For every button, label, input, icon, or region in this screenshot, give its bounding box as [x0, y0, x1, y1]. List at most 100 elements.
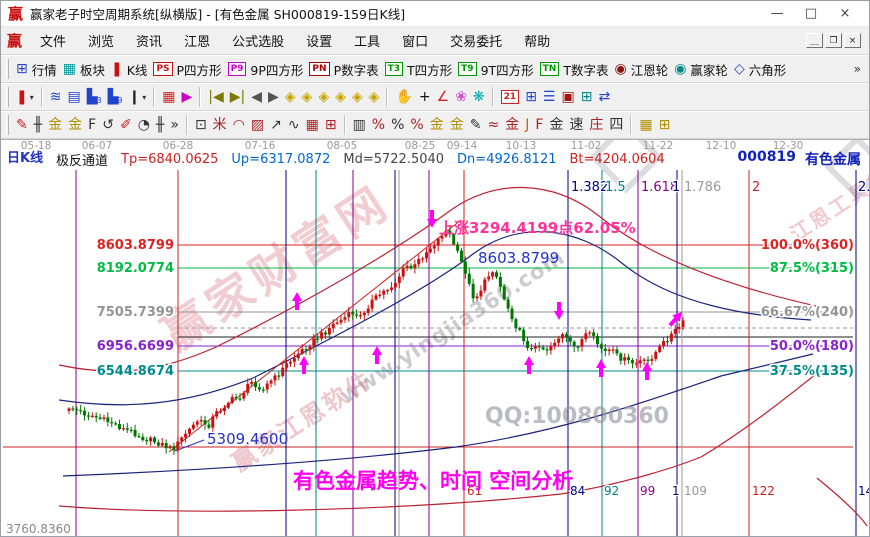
- red-grid-2-button[interactable]: ⊞: [322, 114, 340, 137]
- nav-h-expand-button[interactable]: ◈: [315, 86, 332, 109]
- menu-item-trade-order[interactable]: 交易委托: [439, 28, 513, 53]
- gann-comb-button[interactable]: ╫: [31, 114, 45, 137]
- jump-first-button[interactable]: |◀: [205, 86, 226, 109]
- gold-comb-2-button[interactable]: 金: [65, 114, 85, 137]
- gold-level-button[interactable]: 金: [447, 114, 467, 137]
- gann-wheel-button[interactable]: ◉江恩轮: [611, 58, 671, 81]
- nav-all-button[interactable]: ◈: [349, 86, 366, 109]
- minimize-button[interactable]: —: [760, 6, 794, 21]
- flower-tool-button[interactable]: ❀: [452, 86, 470, 109]
- svg-text:1: 1: [672, 484, 680, 498]
- gold-comb-button[interactable]: 金: [45, 114, 65, 137]
- yellow-grid-2-button[interactable]: ⊞: [656, 114, 674, 137]
- zigzag-wave-button[interactable]: ∿: [285, 114, 303, 137]
- matrix-table-button[interactable]: ⊞: [522, 86, 540, 109]
- overlay-chart-button[interactable]: ≋: [47, 86, 65, 109]
- wave-gauge-button[interactable]: ≈: [484, 114, 502, 137]
- quad-line-button[interactable]: 四: [606, 114, 626, 137]
- f-comb-button[interactable]: F: [85, 114, 99, 137]
- color-trend-button[interactable]: ▶: [178, 86, 195, 109]
- quote-board-button[interactable]: ▤: [64, 86, 83, 109]
- data-transfer-button[interactable]: ⇄: [595, 86, 613, 109]
- save-button[interactable]: ▣: [558, 86, 577, 109]
- memo-list-button[interactable]: ☰: [540, 86, 559, 109]
- gold-angle-button[interactable]: 金: [546, 114, 566, 137]
- p9-square-button[interactable]: P99P四方形: [225, 58, 307, 81]
- quotes-button[interactable]: ⊞行情: [13, 58, 60, 81]
- trend-arrow-button[interactable]: ↗: [267, 114, 285, 137]
- svg-text:2: 2: [752, 180, 760, 195]
- menu-item-browse[interactable]: 浏览: [77, 28, 125, 53]
- net-tool-button[interactable]: ❋: [470, 86, 488, 109]
- calendar-button[interactable]: 21: [498, 86, 523, 109]
- cycle-clock-button[interactable]: ◔: [135, 114, 153, 137]
- menu-item-news[interactable]: 资讯: [125, 28, 173, 53]
- svg-text:QQ:100800360: QQ:100800360: [485, 404, 669, 429]
- nav-v-expand-button[interactable]: ◈: [366, 86, 383, 109]
- kline-icon: ❚: [111, 62, 123, 76]
- yellow-grid-button[interactable]: ▦: [636, 114, 655, 137]
- k-combine-button[interactable]: ▦: [159, 86, 178, 109]
- ink-brush-button[interactable]: ✎: [467, 114, 485, 137]
- red-grid-button[interactable]: ▦: [303, 114, 322, 137]
- winner-wheel-button[interactable]: ◉赢家轮: [671, 58, 731, 81]
- t9-square-button[interactable]: T99T四方形: [455, 58, 537, 81]
- period-selector-button[interactable]: ❚▾: [13, 86, 37, 109]
- sectors-button[interactable]: ▦板块: [60, 58, 108, 81]
- spiral-button[interactable]: ↺: [99, 114, 117, 137]
- brush-button[interactable]: ✎: [13, 114, 31, 137]
- maximize-button[interactable]: □: [794, 6, 828, 21]
- brush-angle-button[interactable]: ✐: [117, 114, 135, 137]
- angle-measure-button[interactable]: ∠: [434, 86, 453, 109]
- gold-red-button[interactable]: 金: [502, 114, 522, 137]
- chart-canvas[interactable]: 赢家财富网www.yingjia360.com赢家江恩软件江恩工具软件8603.…: [1, 140, 870, 537]
- menu-item-window[interactable]: 窗口: [391, 28, 439, 53]
- menu-item-tools[interactable]: 工具: [343, 28, 391, 53]
- menu-item-help[interactable]: 帮助: [513, 28, 561, 53]
- menu-item-gann[interactable]: 江恩: [173, 28, 221, 53]
- close-button[interactable]: ×: [828, 6, 862, 21]
- gold-circle-button[interactable]: 金: [427, 114, 447, 137]
- nav-left-button[interactable]: ◈: [282, 86, 299, 109]
- p-square-button[interactable]: PSP四方形: [150, 58, 224, 81]
- p-number-table-button[interactable]: PNP数字表: [306, 58, 381, 81]
- percent-level-button[interactable]: %: [407, 114, 426, 137]
- angle-measure-icon: ∠: [437, 90, 450, 104]
- bars-9-button[interactable]: ▙9: [105, 86, 126, 109]
- percent-cross-button[interactable]: %: [369, 114, 388, 137]
- nav-h-shrink-button[interactable]: ◈: [332, 86, 349, 109]
- t-number-table-button[interactable]: TNT数字表: [537, 58, 612, 81]
- single-candle-button[interactable]: ❙▾: [125, 86, 149, 109]
- mdi-close-button[interactable]: ×: [844, 33, 861, 48]
- j-line-button[interactable]: J: [522, 114, 532, 137]
- bars-3-button[interactable]: ▙3: [84, 86, 105, 109]
- t-square-button[interactable]: T3T四方形: [382, 58, 456, 81]
- percent-button[interactable]: %: [388, 114, 407, 137]
- speed-line-button[interactable]: 速: [566, 114, 586, 137]
- f-line-button[interactable]: F: [532, 114, 546, 137]
- banker-line-button[interactable]: 庄: [586, 114, 606, 137]
- jump-last-button[interactable]: ▶|: [227, 86, 248, 109]
- toolbar-overflow-button[interactable]: »: [854, 62, 865, 76]
- menu-item-file[interactable]: 文件: [29, 28, 77, 53]
- prev-bar-button[interactable]: ◀: [248, 86, 265, 109]
- mdi-restore-button[interactable]: ❐: [825, 33, 842, 48]
- box-gann-button[interactable]: ⊡: [192, 114, 210, 137]
- pan-hand-button[interactable]: ✋: [392, 86, 415, 109]
- kline-button[interactable]: ❚K线: [108, 58, 150, 81]
- shade-box-button[interactable]: ▨: [248, 114, 267, 137]
- arc-fan-button[interactable]: ◠: [230, 114, 248, 137]
- web-table-button[interactable]: ⊞: [578, 86, 596, 109]
- nav-right-button[interactable]: ◈: [299, 86, 316, 109]
- menu-item-settings[interactable]: 设置: [295, 28, 343, 53]
- hexagon-button[interactable]: ◇六角形: [731, 58, 789, 81]
- menu-item-formula-stock-pick[interactable]: 公式选股: [221, 28, 295, 53]
- fan-lines-button[interactable]: 米: [210, 114, 230, 137]
- more-tools-button[interactable]: »: [167, 114, 182, 137]
- crosshair-button[interactable]: +: [416, 86, 434, 109]
- sectors-icon: ▦: [63, 62, 76, 76]
- price-ruler-button[interactable]: ▥: [350, 114, 369, 137]
- tick-comb-button[interactable]: ╫: [153, 114, 167, 137]
- next-bar-button[interactable]: ▶: [265, 86, 282, 109]
- mdi-minimize-button[interactable]: ＿: [806, 33, 823, 48]
